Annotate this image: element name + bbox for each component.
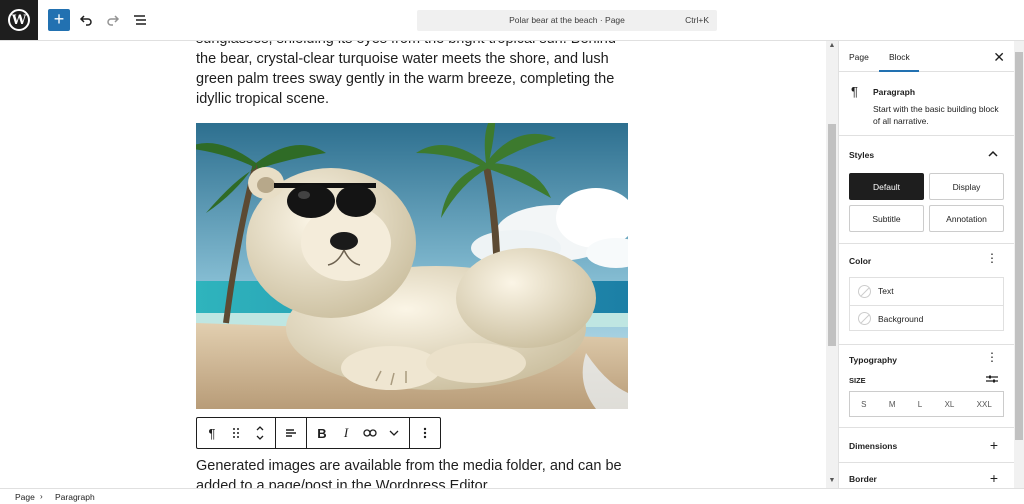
- breadcrumb-paragraph[interactable]: Paragraph: [55, 492, 95, 502]
- style-subtitle-button[interactable]: Subtitle: [849, 205, 924, 232]
- color-item-text[interactable]: Text: [850, 278, 1003, 304]
- breadcrumb-chevron-icon: ›: [40, 492, 43, 501]
- align-icon[interactable]: [279, 421, 303, 445]
- command-shortcut: Ctrl+K: [685, 15, 709, 25]
- command-palette-bar[interactable]: Polar bear at the beach · Page Ctrl+K: [417, 10, 717, 31]
- pilcrow-icon[interactable]: ¶: [200, 421, 224, 445]
- image-block-polar-bear[interactable]: [196, 123, 628, 409]
- color-panel-title[interactable]: Color: [849, 256, 871, 266]
- styles-panel-title[interactable]: Styles: [849, 150, 874, 160]
- size-option-xl[interactable]: XL: [945, 400, 955, 409]
- italic-icon[interactable]: I: [334, 421, 358, 445]
- block-card: ¶ Paragraph Start with the basic buildin…: [839, 72, 1014, 136]
- size-option-xxl[interactable]: XXL: [977, 400, 992, 409]
- style-annotation-button[interactable]: Annotation: [929, 205, 1004, 232]
- block-description: Start with the basic building block of a…: [873, 104, 999, 126]
- block-toolbar: ¶ B I: [196, 417, 441, 449]
- color-item-label: Text: [878, 286, 894, 296]
- size-option-m[interactable]: M: [889, 400, 896, 409]
- style-default-button[interactable]: Default: [849, 173, 924, 200]
- paragraph-block[interactable]: sunglasses, shielding its eyes from the …: [196, 41, 628, 109]
- font-size-label: SIZE: [849, 376, 866, 385]
- font-size-picker: S M L XL XXL: [849, 391, 1004, 417]
- polar-bear-image: [196, 123, 628, 409]
- custom-size-settings-icon[interactable]: [986, 374, 998, 384]
- link-icon[interactable]: [358, 421, 382, 445]
- document-title: Polar bear at the beach · Page: [509, 15, 625, 25]
- bold-icon[interactable]: B: [310, 421, 334, 445]
- settings-sidebar: Page Block ✕ ¶ Paragraph Start with the …: [838, 41, 1014, 488]
- divider: [839, 344, 1014, 345]
- chevron-up-icon[interactable]: [988, 149, 998, 159]
- scroll-down-arrow-icon[interactable]: ▼: [828, 477, 836, 484]
- color-item-label: Background: [878, 313, 924, 324]
- undo-button[interactable]: [76, 10, 96, 30]
- close-sidebar-icon[interactable]: ✕: [993, 49, 1005, 66]
- size-option-s[interactable]: S: [861, 400, 866, 409]
- sidebar-scrollbar-thumb[interactable]: [1015, 52, 1023, 440]
- paragraph-block-selected[interactable]: Generated images are available from the …: [196, 456, 628, 488]
- alignment-group: [276, 418, 307, 448]
- wordpress-logo-button[interactable]: W: [0, 0, 38, 40]
- divider: [839, 427, 1014, 428]
- chevron-down-icon[interactable]: [382, 421, 406, 445]
- tab-page[interactable]: Page: [849, 52, 869, 62]
- block-type-group: ¶: [197, 418, 276, 448]
- color-settings-box: Text Background: [849, 277, 1004, 331]
- dimensions-panel-title[interactable]: Dimensions: [849, 441, 897, 451]
- plus-icon[interactable]: +: [990, 470, 998, 486]
- block-breadcrumb-bar: Page › Paragraph: [0, 488, 1024, 504]
- tab-block[interactable]: Block: [889, 52, 910, 62]
- editor-canvas: sunglasses, shielding its eyes from the …: [0, 41, 826, 488]
- divider: [839, 462, 1014, 463]
- breadcrumb-page[interactable]: Page: [15, 492, 35, 502]
- color-options-icon[interactable]: ⋮: [986, 251, 998, 265]
- empty-swatch-icon: [858, 284, 871, 298]
- editor-scrollbar-thumb[interactable]: [828, 124, 836, 346]
- options-group: [410, 418, 440, 448]
- document-overview-button[interactable]: [130, 10, 150, 30]
- empty-swatch-icon: [858, 312, 871, 325]
- redo-icon: [107, 15, 120, 26]
- border-panel-title[interactable]: Border: [849, 474, 877, 484]
- undo-icon: [79, 15, 92, 26]
- block-name: Paragraph: [873, 87, 916, 97]
- color-item-background[interactable]: Background: [850, 305, 1003, 331]
- typography-panel-title[interactable]: Typography: [849, 355, 897, 365]
- more-options-icon[interactable]: [413, 421, 437, 445]
- scroll-up-arrow-icon[interactable]: ▲: [828, 42, 836, 49]
- editor-top-bar: W + Polar bear at the beach · Page Ctrl+…: [0, 0, 1024, 41]
- redo-button[interactable]: [103, 10, 123, 30]
- add-block-button[interactable]: +: [48, 9, 70, 31]
- style-display-button[interactable]: Display: [929, 173, 1004, 200]
- wordpress-logo-icon: W: [8, 9, 30, 31]
- sidebar-tabs: Page Block ✕: [839, 41, 1014, 72]
- list-view-icon: [134, 15, 146, 25]
- drag-handle-icon[interactable]: [224, 421, 248, 445]
- paragraph-block-icon: ¶: [851, 84, 858, 99]
- typography-options-icon[interactable]: ⋮: [986, 350, 998, 364]
- move-arrows-icon[interactable]: [248, 421, 272, 445]
- divider: [839, 243, 1014, 244]
- plus-icon[interactable]: +: [990, 437, 998, 453]
- format-group: B I: [307, 418, 410, 448]
- size-option-l[interactable]: L: [918, 400, 922, 409]
